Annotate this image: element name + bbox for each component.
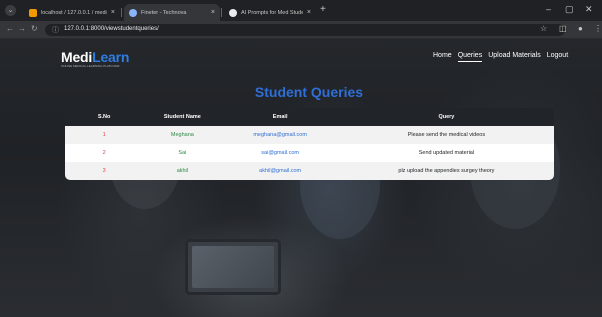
globe-favicon-icon — [129, 8, 137, 17]
browser-toolbar: ← → ↻ ⓘ 127.0.0.1:8000/viewstudentquerie… — [0, 21, 602, 39]
cell-email: meghana@gmail.com — [221, 126, 339, 144]
phpmyadmin-favicon-icon — [29, 8, 37, 17]
close-window-icon[interactable]: ✕ — [585, 4, 593, 15]
background-tablet-screen — [192, 246, 274, 288]
forward-icon[interactable]: → — [18, 24, 26, 33]
cell-query: plz upload the appendies surgey theory — [338, 162, 554, 180]
column-header-student-name: Student Name — [143, 108, 222, 126]
cell-student-name: Meghana — [143, 126, 222, 144]
maximize-icon[interactable]: ▢ — [565, 4, 574, 15]
cell-student-name: Sai — [143, 144, 222, 162]
nav-links: Home Queries Upload Materials Logout — [433, 52, 568, 62]
tab-search-icon[interactable]: ⌄ — [5, 5, 16, 16]
cell-sno: 2 — [65, 144, 144, 162]
profile-icon[interactable]: ● — [578, 24, 583, 33]
table-row: 2 Sai sai@gmail.com Send updated materia… — [65, 144, 554, 162]
column-header-sno: S.No — [65, 108, 144, 126]
tab-label: Fineter - Technova — [141, 9, 187, 16]
reload-icon[interactable]: ↻ — [31, 24, 38, 33]
new-tab-button[interactable]: + — [320, 5, 326, 15]
logo-text-medi: Medi — [61, 49, 93, 65]
site-navbar: MediLearn ONLINE MEDICAL LEARNING PLATFO… — [0, 39, 602, 75]
cell-sno: 1 — [65, 126, 144, 144]
logo-tagline: ONLINE MEDICAL LEARNING PLATFORM — [61, 64, 120, 68]
tab-ai-prompts[interactable]: AI Prompts for Med Students × — [224, 4, 316, 21]
bookmark-star-icon[interactable]: ☆ — [540, 24, 547, 33]
tab-close-icon[interactable]: × — [211, 9, 215, 16]
extensions-icon[interactable]: ◫ — [559, 24, 567, 33]
cell-query: Please send the medical videos — [338, 126, 554, 144]
cell-student-name: akhil — [143, 162, 222, 180]
openai-favicon-icon — [229, 8, 237, 17]
tab-label: localhost / 127.0.0.1 / medical — [41, 9, 107, 16]
queries-table-container: S.No Student Name Email Query 1 Meghana … — [65, 108, 554, 180]
tab-technova[interactable]: Fineter - Technova × — [124, 4, 220, 21]
page-background: MediLearn ONLINE MEDICAL LEARNING PLATFO… — [0, 39, 602, 317]
column-header-query: Query — [338, 108, 554, 126]
back-icon[interactable]: ← — [6, 24, 14, 33]
tab-separator — [121, 8, 122, 17]
tab-label: AI Prompts for Med Students — [241, 9, 303, 16]
minimize-icon[interactable]: – — [546, 4, 551, 14]
logo-text-learn: Learn — [92, 49, 130, 65]
cell-sno: 3 — [65, 162, 144, 180]
queries-table: S.No Student Name Email Query 1 Meghana … — [65, 108, 554, 180]
column-header-email: Email — [221, 108, 339, 126]
address-bar[interactable]: ⓘ 127.0.0.1:8000/viewstudentqueries/ — [45, 24, 565, 36]
site-info-icon[interactable]: ⓘ — [52, 25, 59, 35]
browser-tab-bar: ⌄ localhost / 127.0.0.1 / medical × Fine… — [0, 0, 602, 21]
nav-logout[interactable]: Logout — [547, 52, 568, 62]
table-row: 3 akhil akhil@gmail.com plz upload the a… — [65, 162, 554, 180]
nav-upload-materials[interactable]: Upload Materials — [488, 52, 541, 62]
page-title: Student Queries — [254, 84, 364, 100]
nav-home[interactable]: Home — [433, 52, 452, 62]
tab-phpmyadmin[interactable]: localhost / 127.0.0.1 / medical × — [24, 4, 120, 21]
background-tablet — [185, 239, 281, 295]
tab-close-icon[interactable]: × — [307, 9, 311, 16]
table-header-row: S.No Student Name Email Query — [65, 108, 554, 126]
tab-separator — [221, 8, 222, 17]
cell-query: Send updated material — [338, 144, 554, 162]
cell-email: akhil@gmail.com — [221, 162, 339, 180]
site-logo[interactable]: MediLearn — [61, 49, 129, 65]
cell-email: sai@gmail.com — [221, 144, 339, 162]
url-text: 127.0.0.1:8000/viewstudentqueries/ — [64, 26, 159, 32]
menu-icon[interactable]: ⋮ — [594, 24, 602, 33]
nav-queries[interactable]: Queries — [457, 52, 483, 62]
table-row: 1 Meghana meghana@gmail.com Please send … — [65, 126, 554, 144]
tab-close-icon[interactable]: × — [111, 9, 115, 16]
